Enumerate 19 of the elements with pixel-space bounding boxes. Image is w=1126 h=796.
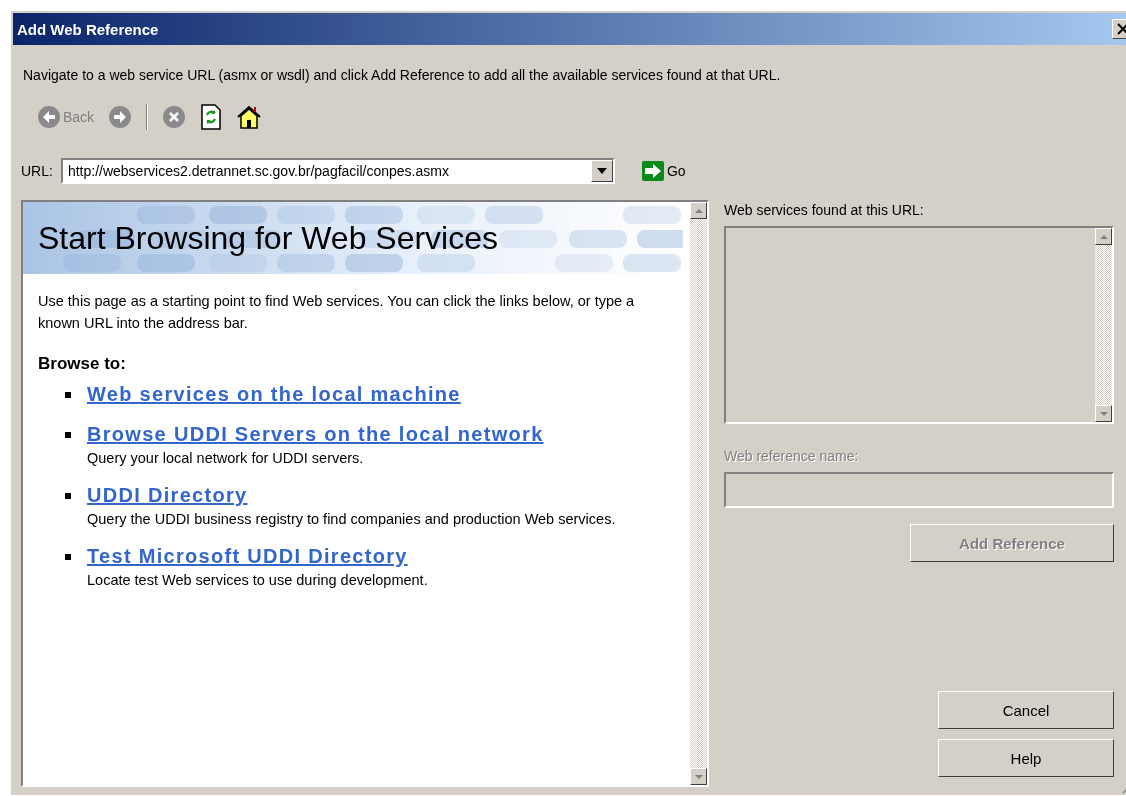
go-button[interactable]: Go xyxy=(640,160,686,182)
url-combo-box[interactable]: http://webservices2.detrannet.sc.gov.br/pagfacil/conpes.asmx xyxy=(60,158,615,184)
service-link[interactable]: Test Microsoft UDDI Directory xyxy=(87,545,408,567)
service-link[interactable]: UDDI Directory xyxy=(87,484,248,506)
service-link[interactable]: Browse UDDI Servers on the local network xyxy=(87,423,544,445)
help-button[interactable]: Help xyxy=(938,739,1114,777)
cancel-button[interactable]: Cancel xyxy=(938,691,1114,729)
link-description: Query your local network for UDDI servers. xyxy=(87,449,365,468)
window-title: Add Web Reference xyxy=(17,20,159,38)
intro-text: Use this page as a starting point to find Web services. You can click the links below, or type a known URL into the address bar. xyxy=(38,292,636,333)
reference-name-label: Web reference name: xyxy=(724,448,860,464)
url-label: URL: xyxy=(21,163,53,179)
instruction-text: Navigate to a web service URL (asmx or wsdl) and click Add Reference to add all the available services found at that URL. xyxy=(23,66,782,84)
browse-heading: Browse to: xyxy=(38,354,127,374)
link-description: Query the UDDI business registry to find companies and production Web services. xyxy=(87,510,616,529)
link-description: Locate test Web services to use during development. xyxy=(87,571,428,590)
page-heading: Start Browsing for Web Services xyxy=(38,219,498,257)
services-label: Web services found at this URL: xyxy=(724,202,925,218)
service-link[interactable]: Web services on the local machine xyxy=(87,383,461,405)
